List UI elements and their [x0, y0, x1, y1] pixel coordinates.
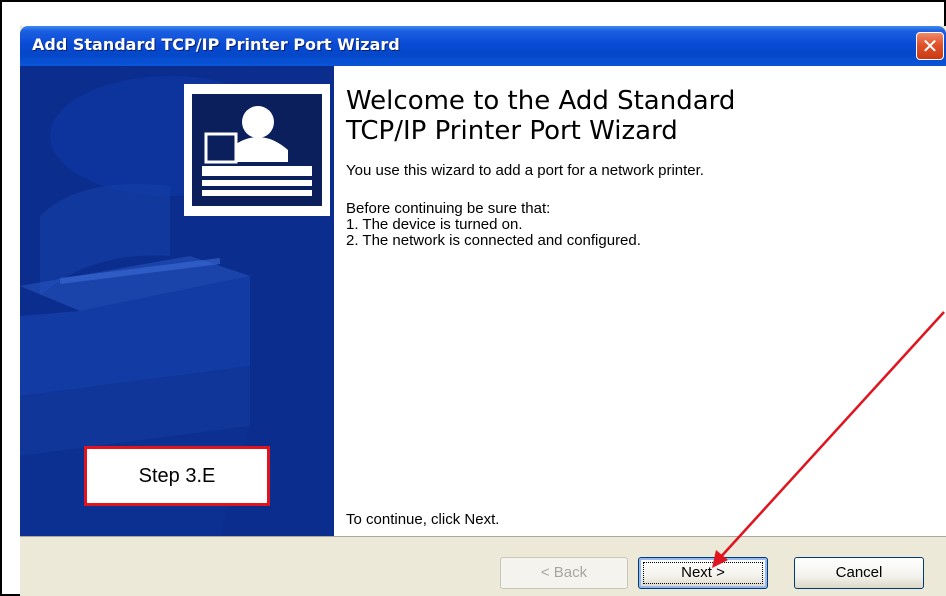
requirements-block: Before continuing be sure that: 1. The d… — [346, 201, 641, 249]
printer-icon — [184, 84, 330, 216]
continue-instruction: To continue, click Next. — [346, 511, 500, 528]
focus-ring — [643, 562, 763, 584]
wizard-content: Welcome to the Add Standard TCP/IP Print… — [334, 66, 946, 536]
heading-line-2: TCP/IP Printer Port Wizard — [346, 116, 678, 146]
cancel-button[interactable]: Cancel — [794, 557, 924, 589]
requirements-heading: Before continuing be sure that: — [346, 200, 551, 217]
button-bar: < Back Next > Cancel — [20, 536, 946, 596]
requirement-item: 2. The network is connected and configur… — [346, 232, 641, 249]
step-annotation-label: Step 3.E — [84, 446, 270, 506]
requirement-item: 1. The device is turned on. — [346, 216, 523, 233]
back-button[interactable]: < Back — [500, 557, 628, 589]
wizard-sidebar-graphic: Step 3.E — [20, 66, 334, 536]
close-button[interactable]: ✕ — [916, 32, 944, 60]
close-icon: ✕ — [921, 34, 939, 58]
wizard-heading: Welcome to the Add Standard TCP/IP Print… — [346, 86, 906, 146]
window-title: Add Standard TCP/IP Printer Port Wizard — [32, 35, 400, 54]
heading-line-1: Welcome to the Add Standard — [346, 86, 736, 116]
title-bar[interactable]: Add Standard TCP/IP Printer Port Wizard … — [20, 26, 946, 66]
intro-text: You use this wizard to add a port for a … — [346, 162, 704, 179]
next-button[interactable]: Next > — [638, 557, 768, 589]
wizard-window: Add Standard TCP/IP Printer Port Wizard … — [20, 26, 946, 596]
